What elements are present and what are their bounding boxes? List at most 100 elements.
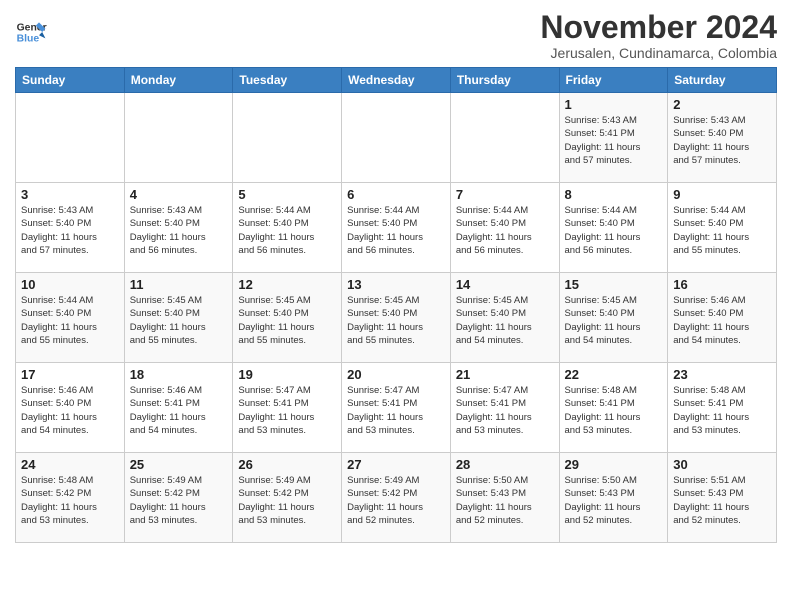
day-number: 11	[130, 277, 228, 292]
day-info: Sunrise: 5:43 AM Sunset: 5:40 PM Dayligh…	[673, 114, 771, 167]
day-number: 18	[130, 367, 228, 382]
calendar-cell: 16Sunrise: 5:46 AM Sunset: 5:40 PM Dayli…	[668, 273, 777, 363]
day-number: 21	[456, 367, 554, 382]
day-info: Sunrise: 5:48 AM Sunset: 5:42 PM Dayligh…	[21, 474, 119, 527]
header-row: SundayMondayTuesdayWednesdayThursdayFrid…	[16, 68, 777, 93]
day-number: 25	[130, 457, 228, 472]
header-day-wednesday: Wednesday	[342, 68, 451, 93]
calendar-cell: 9 Sunrise: 5:44 AM Sunset: 5:40 PM Daylig…	[668, 183, 777, 273]
calendar-cell: 14Sunrise: 5:45 AM Sunset: 5:40 PM Dayli…	[450, 273, 559, 363]
day-info: Sunrise: 5:50 AM Sunset: 5:43 PM Dayligh…	[456, 474, 554, 527]
day-number: 20	[347, 367, 445, 382]
title-block: November 2024 Jerusalen, Cundinamarca, C…	[540, 10, 777, 61]
day-number: 7	[456, 187, 554, 202]
day-info: Sunrise: 5:49 AM Sunset: 5:42 PM Dayligh…	[238, 474, 336, 527]
day-info: Sunrise: 5:47 AM Sunset: 5:41 PM Dayligh…	[238, 384, 336, 437]
calendar-cell: 17 Sunrise: 5:46 AM Sunset: 5:40 PM Dayli…	[16, 363, 125, 453]
day-info: Sunrise: 5:45 AM Sunset: 5:40 PM Dayligh…	[130, 294, 228, 347]
day-info: Sunrise: 5:49 AM Sunset: 5:42 PM Dayligh…	[347, 474, 445, 527]
day-number: 27	[347, 457, 445, 472]
calendar-cell: 5Sunrise: 5:44 AM Sunset: 5:40 PM Daylig…	[233, 183, 342, 273]
calendar-cell: 7 Sunrise: 5:44 AM Sunset: 5:40 PM Daylig…	[450, 183, 559, 273]
day-number: 1	[565, 97, 663, 112]
day-number: 23	[673, 367, 771, 382]
header-day-monday: Monday	[124, 68, 233, 93]
day-number: 17	[21, 367, 119, 382]
calendar-cell: 27 Sunrise: 5:49 AM Sunset: 5:42 PM Dayli…	[342, 453, 451, 543]
day-number: 24	[21, 457, 119, 472]
day-info: Sunrise: 5:43 AM Sunset: 5:40 PM Dayligh…	[21, 204, 119, 257]
calendar-cell: 4 Sunrise: 5:43 AM Sunset: 5:40 PM Daylig…	[124, 183, 233, 273]
day-info: Sunrise: 5:45 AM Sunset: 5:40 PM Dayligh…	[456, 294, 554, 347]
week-row-5: 24 Sunrise: 5:48 AM Sunset: 5:42 PM Dayli…	[16, 453, 777, 543]
day-info: Sunrise: 5:44 AM Sunset: 5:40 PM Dayligh…	[238, 204, 336, 257]
calendar-cell: 2Sunrise: 5:43 AM Sunset: 5:40 PM Daylig…	[668, 93, 777, 183]
logo-icon: General Blue	[15, 16, 47, 48]
calendar-cell: 28 Sunrise: 5:50 AM Sunset: 5:43 PM Dayli…	[450, 453, 559, 543]
day-number: 4	[130, 187, 228, 202]
day-number: 9	[673, 187, 771, 202]
calendar-cell: 3 Sunrise: 5:43 AM Sunset: 5:40 PM Daylig…	[16, 183, 125, 273]
calendar-cell: 1 Sunrise: 5:43 AM Sunset: 5:41 PM Daylig…	[559, 93, 668, 183]
header-day-saturday: Saturday	[668, 68, 777, 93]
calendar-cell	[124, 93, 233, 183]
day-info: Sunrise: 5:43 AM Sunset: 5:40 PM Dayligh…	[130, 204, 228, 257]
calendar-cell: 11 Sunrise: 5:45 AM Sunset: 5:40 PM Dayli…	[124, 273, 233, 363]
logo: General Blue	[15, 16, 47, 48]
day-info: Sunrise: 5:47 AM Sunset: 5:41 PM Dayligh…	[456, 384, 554, 437]
header-day-tuesday: Tuesday	[233, 68, 342, 93]
calendar-cell: 25 Sunrise: 5:49 AM Sunset: 5:42 PM Dayli…	[124, 453, 233, 543]
day-number: 19	[238, 367, 336, 382]
day-info: Sunrise: 5:46 AM Sunset: 5:41 PM Dayligh…	[130, 384, 228, 437]
page-header: General Blue November 2024 Jerusalen, Cu…	[15, 10, 777, 61]
location-subtitle: Jerusalen, Cundinamarca, Colombia	[540, 45, 777, 61]
day-info: Sunrise: 5:50 AM Sunset: 5:43 PM Dayligh…	[565, 474, 663, 527]
day-info: Sunrise: 5:44 AM Sunset: 5:40 PM Dayligh…	[456, 204, 554, 257]
day-number: 26	[238, 457, 336, 472]
day-number: 13	[347, 277, 445, 292]
calendar-cell	[342, 93, 451, 183]
day-number: 10	[21, 277, 119, 292]
calendar-header: SundayMondayTuesdayWednesdayThursdayFrid…	[16, 68, 777, 93]
day-info: Sunrise: 5:51 AM Sunset: 5:43 PM Dayligh…	[673, 474, 771, 527]
calendar-cell: 12 Sunrise: 5:45 AM Sunset: 5:40 PM Dayli…	[233, 273, 342, 363]
week-row-3: 10 Sunrise: 5:44 AM Sunset: 5:40 PM Dayli…	[16, 273, 777, 363]
week-row-1: 1 Sunrise: 5:43 AM Sunset: 5:41 PM Daylig…	[16, 93, 777, 183]
svg-text:Blue: Blue	[17, 34, 40, 45]
calendar-cell: 29Sunrise: 5:50 AM Sunset: 5:43 PM Dayli…	[559, 453, 668, 543]
day-number: 6	[347, 187, 445, 202]
calendar-cell: 6 Sunrise: 5:44 AM Sunset: 5:40 PM Daylig…	[342, 183, 451, 273]
header-day-thursday: Thursday	[450, 68, 559, 93]
week-row-4: 17 Sunrise: 5:46 AM Sunset: 5:40 PM Dayli…	[16, 363, 777, 453]
day-info: Sunrise: 5:48 AM Sunset: 5:41 PM Dayligh…	[673, 384, 771, 437]
day-info: Sunrise: 5:44 AM Sunset: 5:40 PM Dayligh…	[347, 204, 445, 257]
day-info: Sunrise: 5:45 AM Sunset: 5:40 PM Dayligh…	[238, 294, 336, 347]
day-info: Sunrise: 5:45 AM Sunset: 5:40 PM Dayligh…	[347, 294, 445, 347]
day-info: Sunrise: 5:44 AM Sunset: 5:40 PM Dayligh…	[673, 204, 771, 257]
day-number: 28	[456, 457, 554, 472]
day-number: 3	[21, 187, 119, 202]
calendar-body: 1 Sunrise: 5:43 AM Sunset: 5:41 PM Daylig…	[16, 93, 777, 543]
day-info: Sunrise: 5:49 AM Sunset: 5:42 PM Dayligh…	[130, 474, 228, 527]
header-day-friday: Friday	[559, 68, 668, 93]
calendar-cell	[16, 93, 125, 183]
day-number: 22	[565, 367, 663, 382]
calendar-cell: 19 Sunrise: 5:47 AM Sunset: 5:41 PM Dayli…	[233, 363, 342, 453]
calendar-cell: 26 Sunrise: 5:49 AM Sunset: 5:42 PM Dayli…	[233, 453, 342, 543]
calendar-cell: 13 Sunrise: 5:45 AM Sunset: 5:40 PM Dayli…	[342, 273, 451, 363]
day-info: Sunrise: 5:45 AM Sunset: 5:40 PM Dayligh…	[565, 294, 663, 347]
header-day-sunday: Sunday	[16, 68, 125, 93]
calendar-cell: 22Sunrise: 5:48 AM Sunset: 5:41 PM Dayli…	[559, 363, 668, 453]
calendar-cell: 24 Sunrise: 5:48 AM Sunset: 5:42 PM Dayli…	[16, 453, 125, 543]
calendar-cell	[450, 93, 559, 183]
calendar-cell: 15 Sunrise: 5:45 AM Sunset: 5:40 PM Dayli…	[559, 273, 668, 363]
day-info: Sunrise: 5:43 AM Sunset: 5:41 PM Dayligh…	[565, 114, 663, 167]
month-title: November 2024	[540, 10, 777, 45]
day-info: Sunrise: 5:44 AM Sunset: 5:40 PM Dayligh…	[21, 294, 119, 347]
calendar-cell: 18 Sunrise: 5:46 AM Sunset: 5:41 PM Dayli…	[124, 363, 233, 453]
day-number: 15	[565, 277, 663, 292]
day-info: Sunrise: 5:46 AM Sunset: 5:40 PM Dayligh…	[21, 384, 119, 437]
day-number: 12	[238, 277, 336, 292]
day-info: Sunrise: 5:44 AM Sunset: 5:40 PM Dayligh…	[565, 204, 663, 257]
day-info: Sunrise: 5:46 AM Sunset: 5:40 PM Dayligh…	[673, 294, 771, 347]
